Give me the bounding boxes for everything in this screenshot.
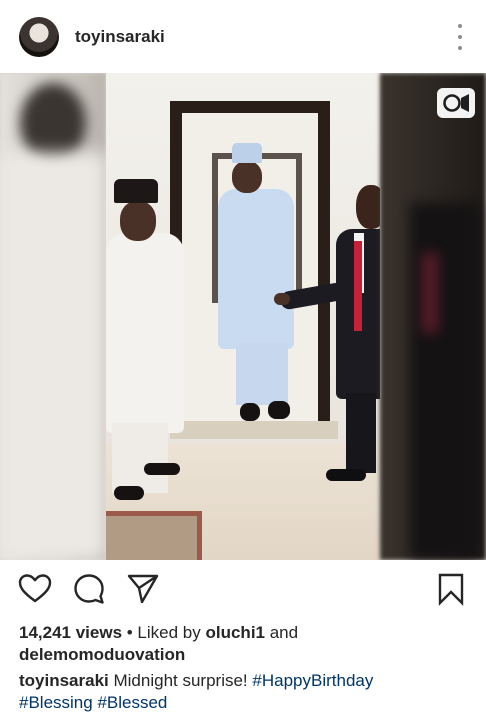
- media-blur-right: [380, 73, 486, 560]
- man-in-white-head: [120, 201, 156, 241]
- man-in-blue-legs: [236, 343, 288, 405]
- heart-outline-icon[interactable]: [18, 572, 52, 606]
- likes-line: 14,241 views • Liked by oluchi1 and: [19, 622, 479, 644]
- more-dot: [458, 24, 462, 28]
- shoe: [114, 486, 144, 500]
- blurred-person-body: [0, 153, 106, 560]
- man-in-suit-head: [356, 185, 380, 229]
- man-in-blue-head: [232, 161, 262, 193]
- media-blur-left: [0, 73, 106, 560]
- red-tie: [354, 241, 362, 331]
- post-header: toyinsaraki: [0, 0, 486, 73]
- caption-line-2: #Blessing #Blessed: [19, 692, 479, 714]
- more-vertical-icon[interactable]: [456, 24, 464, 50]
- avatar[interactable]: [19, 17, 59, 57]
- caption-line: toyinsaraki Midnight surprise! #HappyBir…: [19, 670, 479, 692]
- liked-by-second-user[interactable]: delemomoduovation: [19, 645, 185, 664]
- shoe: [326, 469, 366, 481]
- action-bar: [0, 560, 486, 620]
- rug: [106, 511, 202, 560]
- post-username[interactable]: toyinsaraki: [75, 27, 165, 47]
- hashtag[interactable]: #HappyBirthday: [252, 671, 373, 690]
- liked-by-second-line: delemomoduovation: [19, 644, 479, 666]
- shoe: [144, 463, 180, 475]
- shoe: [268, 401, 290, 419]
- send-outline-icon[interactable]: [126, 572, 160, 606]
- man-in-blue-robe: [218, 189, 294, 349]
- man-in-suit-legs: [346, 393, 376, 473]
- shoe: [240, 403, 260, 421]
- hashtag[interactable]: #Blessed: [97, 693, 167, 712]
- video-camera-icon: [437, 88, 475, 118]
- more-dot: [458, 35, 462, 39]
- liked-by-user[interactable]: oluchi1: [205, 623, 265, 642]
- comment-outline-icon[interactable]: [72, 572, 106, 606]
- hashtag[interactable]: #Blessing: [19, 693, 93, 712]
- blue-cap: [232, 143, 262, 163]
- blurred-suit: [410, 203, 480, 560]
- view-count[interactable]: 14,241 views: [19, 623, 122, 642]
- blurred-person-head: [20, 83, 86, 163]
- caption-text: Midnight surprise!: [108, 671, 253, 690]
- door-step: [170, 421, 338, 439]
- man-in-suit-hand: [274, 293, 290, 305]
- blurred-tie: [422, 253, 438, 333]
- black-cap: [114, 179, 158, 203]
- liked-by-and: and: [265, 623, 299, 642]
- post-caption-area: 14,241 views • Liked by oluchi1 and dele…: [19, 622, 479, 714]
- man-in-white-legs: [112, 423, 168, 493]
- bookmark-outline-icon[interactable]: [434, 572, 468, 606]
- caption-username[interactable]: toyinsaraki: [19, 671, 109, 690]
- more-dot: [458, 46, 462, 50]
- post-media[interactable]: [0, 73, 486, 560]
- man-in-white-robe: [106, 233, 184, 433]
- video-frame: [106, 73, 380, 560]
- liked-by-prefix: • Liked by: [122, 623, 206, 642]
